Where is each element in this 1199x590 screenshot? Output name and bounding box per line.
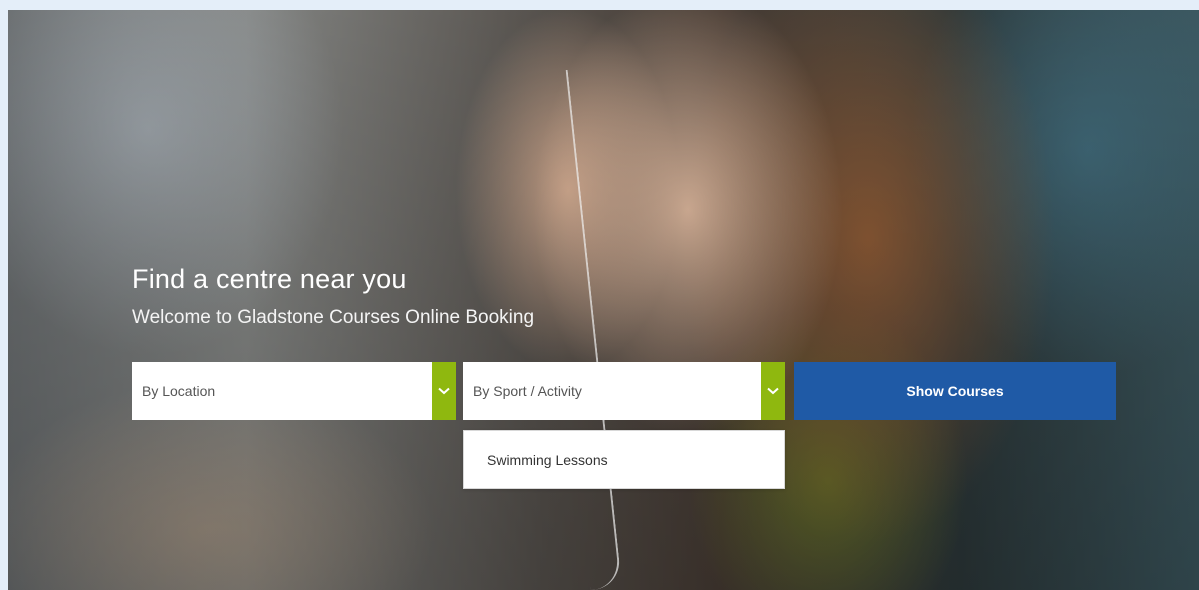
sport-activity-dropdown-menu: Swimming Lessons: [463, 430, 785, 489]
location-select[interactable]: By Location: [132, 362, 456, 420]
page-title: Find a centre near you: [132, 264, 407, 294]
sport-activity-select-label: By Sport / Activity: [473, 383, 582, 399]
show-courses-button[interactable]: Show Courses: [794, 362, 1116, 420]
location-select-label: By Location: [142, 383, 216, 399]
sport-activity-select[interactable]: By Sport / Activity: [463, 362, 785, 420]
page-subtitle: Welcome to Gladstone Courses Online Book…: [132, 307, 535, 328]
chevron-down-icon[interactable]: [761, 362, 785, 420]
hero-section: Find a centre near you Welcome to Gladst…: [8, 10, 1199, 590]
chevron-down-icon[interactable]: [432, 362, 456, 420]
dropdown-option-swimming-lessons[interactable]: Swimming Lessons: [487, 431, 608, 489]
